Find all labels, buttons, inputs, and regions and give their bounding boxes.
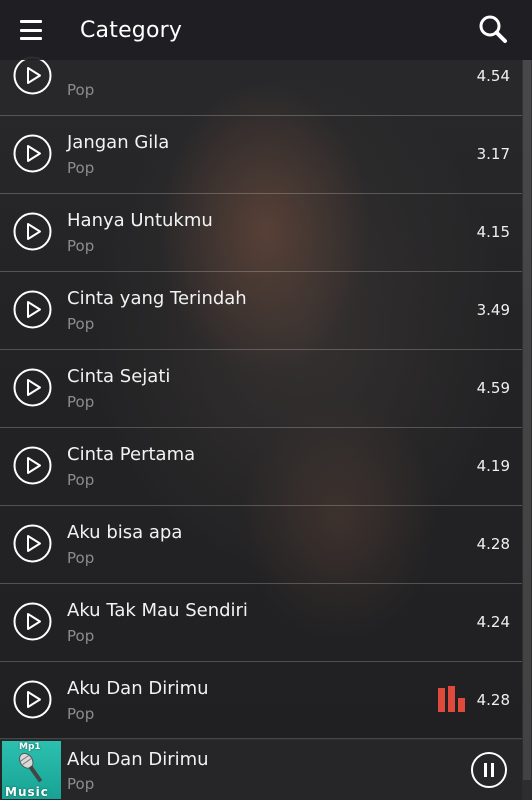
song-duration: 3.17: [476, 145, 510, 163]
app-screen: Category Pop 4.54 Jangan Gila Pop 3.17 Hanya …: [0, 0, 532, 800]
play-icon[interactable]: [13, 134, 52, 173]
song-title: Cinta Sejati: [67, 366, 171, 387]
song-row[interactable]: Aku Tak Mau Sendiri Pop 4.24: [0, 584, 522, 662]
page-title: Category: [80, 17, 183, 43]
song-title: Hanya Untukmu: [67, 210, 213, 231]
song-genre: Pop: [67, 315, 95, 333]
play-icon[interactable]: [13, 56, 52, 95]
song-duration: 4.28: [476, 535, 510, 553]
song-genre: Pop: [67, 549, 95, 567]
hamburger-menu-icon[interactable]: [20, 20, 46, 40]
song-row[interactable]: Cinta yang Terindah Pop 3.49: [0, 272, 522, 350]
cover-label-bottom: Music: [5, 785, 49, 799]
album-cover: Mp1 Music: [2, 741, 61, 799]
song-genre: Pop: [67, 237, 95, 255]
song-duration: 4.59: [476, 379, 510, 397]
song-title: Jangan Gila: [67, 132, 170, 153]
play-icon[interactable]: [13, 212, 52, 251]
play-icon[interactable]: [13, 680, 52, 719]
song-row[interactable]: Jangan Gila Pop 3.17: [0, 116, 522, 194]
song-duration: 4.28: [476, 691, 510, 709]
scrollbar-thumb[interactable]: [523, 60, 531, 780]
now-playing-title: Aku Dan Dirimu: [67, 749, 209, 770]
song-title: Aku Dan Dirimu: [67, 678, 209, 699]
song-genre: Pop: [67, 471, 95, 489]
microphone-icon: [19, 752, 43, 783]
play-icon[interactable]: [13, 524, 52, 563]
song-duration: 4.54: [476, 67, 510, 85]
play-icon[interactable]: [13, 602, 52, 641]
song-title: Cinta yang Terindah: [67, 288, 247, 309]
song-title: Cinta Pertama: [67, 444, 196, 465]
song-row[interactable]: Cinta Pertama Pop 4.19: [0, 428, 522, 506]
song-genre: Pop: [67, 81, 95, 99]
play-icon[interactable]: [13, 368, 52, 407]
song-genre: Pop: [67, 705, 95, 723]
song-title: Aku bisa apa: [67, 522, 183, 543]
song-duration: 3.49: [476, 301, 510, 319]
song-genre: Pop: [67, 159, 95, 177]
song-title: Aku Tak Mau Sendiri: [67, 600, 248, 621]
play-icon[interactable]: [13, 290, 52, 329]
song-duration: 4.24: [476, 613, 510, 631]
song-list: Pop 4.54 Jangan Gila Pop 3.17 Hanya Untukmu Po…: [0, 38, 522, 740]
song-row[interactable]: Aku Dan Dirimu Pop 4.28: [0, 662, 522, 740]
song-duration: 4.15: [476, 223, 510, 241]
app-bar: Category: [0, 0, 532, 60]
now-playing-genre: Pop: [67, 775, 95, 793]
song-genre: Pop: [67, 627, 95, 645]
equalizer-icon: [438, 686, 465, 712]
search-icon[interactable]: [478, 14, 508, 44]
song-duration: 4.19: [476, 457, 510, 475]
pause-icon[interactable]: [470, 751, 508, 789]
song-row[interactable]: Cinta Sejati Pop 4.59: [0, 350, 522, 428]
play-icon[interactable]: [13, 446, 52, 485]
song-genre: Pop: [67, 393, 95, 411]
song-row[interactable]: Hanya Untukmu Pop 4.15: [0, 194, 522, 272]
song-row[interactable]: Aku bisa apa Pop 4.28: [0, 506, 522, 584]
now-playing-bar[interactable]: Mp1 Music Aku Dan Dirimu Pop: [0, 738, 522, 800]
